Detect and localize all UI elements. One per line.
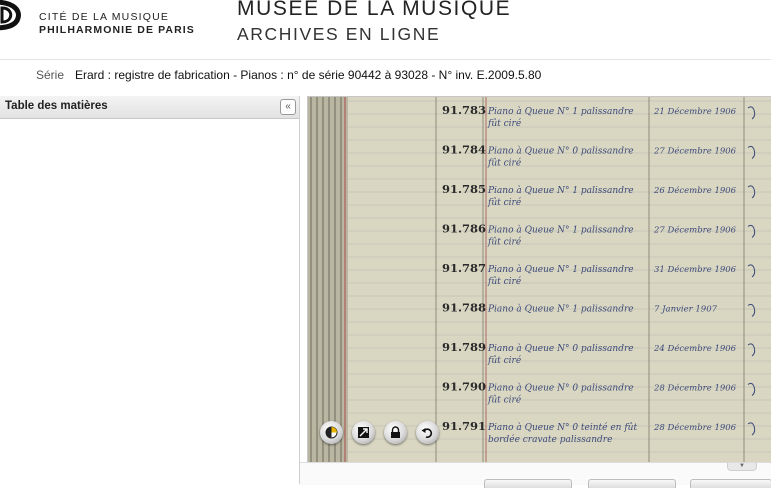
- register-description-line2: bordée cravate palissandre: [488, 434, 612, 445]
- series-label: Série: [36, 68, 65, 82]
- series-value: Erard : registre de fabrication - Pianos…: [75, 68, 542, 82]
- org-line-2: PHILHARMONIE DE PARIS: [39, 24, 195, 36]
- register-description: Piano à Queue N° 1 palissandre: [487, 225, 634, 236]
- register-date: 7 Janvier 1907: [654, 305, 718, 315]
- register-date: 28 Décembre 1906: [653, 422, 737, 433]
- register-number: 91.787: [442, 261, 486, 275]
- expand-thumbnails-icon[interactable]: ▼: [727, 463, 757, 471]
- register-number: 91.784: [442, 143, 486, 157]
- contrast-icon: [325, 426, 338, 439]
- register-date: 26 Décembre 1906: [653, 185, 737, 196]
- register-number: 91.788: [442, 301, 486, 315]
- lock-button[interactable]: [384, 421, 407, 444]
- table-of-contents-panel: Table des matières «: [0, 96, 300, 484]
- rotate-button[interactable]: [416, 421, 439, 444]
- museum-title-block[interactable]: MUSÉE DE LA MUSIQUE ARCHIVES EN LIGNE: [237, 0, 511, 47]
- register-description: Piano à Queue N° 0 palissandre: [487, 383, 634, 394]
- series-bar: Série Erard : registre de fabrication - …: [0, 59, 771, 88]
- register-description: Piano à Queue N° 1 palissandre: [487, 185, 634, 196]
- register-page-image[interactable]: 91.783 Piano à Queue N° 1 palissandrefût …: [308, 97, 771, 463]
- register-date: 27 Décembre 1906: [653, 146, 737, 157]
- museum-title: MUSÉE DE LA MUSIQUE: [237, 0, 512, 20]
- register-description: Piano à Queue N° 0 palissandre: [487, 146, 634, 157]
- register-number: 91.790: [442, 380, 486, 394]
- register-description: Piano à Queue N° 1 palissandre: [487, 106, 634, 117]
- toc-title: Table des matières: [5, 100, 108, 112]
- museum-subtitle: ARCHIVES EN LIGNE: [237, 24, 441, 44]
- register-description: Piano à Queue N° 0 palissandre: [487, 343, 634, 354]
- register-description-line2: fût ciré: [487, 197, 522, 208]
- lock-icon: [391, 426, 400, 438]
- register-description: Piano à Queue N° 1 palissandre: [487, 304, 634, 315]
- register-date: 24 Décembre 1906: [653, 343, 737, 354]
- page-gutter: [308, 97, 348, 463]
- register-description-line2: fût ciré: [487, 237, 522, 248]
- register-description-line2: fût ciré: [487, 355, 522, 366]
- register-number: 91.783: [442, 103, 486, 117]
- register-number: 91.786: [442, 222, 486, 236]
- register-number: 91.789: [442, 340, 486, 354]
- viewer-footer: ▼: [300, 462, 771, 488]
- register-description-line2: fût ciré: [487, 118, 522, 129]
- contrast-button[interactable]: [320, 421, 343, 444]
- register-number: 91.791: [442, 419, 486, 433]
- register-number: 91.785: [442, 182, 486, 196]
- register-description-line2: fût ciré: [487, 158, 522, 169]
- fit-page-icon: [358, 427, 369, 438]
- register-description-line2: fût ciré: [487, 276, 522, 287]
- toc-header: Table des matières «: [0, 96, 299, 119]
- collapse-toc-button[interactable]: «: [280, 99, 296, 115]
- register-date: 27 Décembre 1906: [653, 225, 737, 236]
- philharmonie-logo[interactable]: [0, 0, 28, 46]
- register-description-line2: fût ciré: [487, 395, 522, 406]
- fit-page-button[interactable]: [352, 421, 375, 444]
- register-date: 31 Décembre 1906: [654, 264, 737, 275]
- register-date: 28 Décembre 1906: [653, 383, 737, 394]
- register-description: Piano à Queue N° 0 teinté en fût: [487, 422, 637, 433]
- register-date: 21 Décembre 1906: [653, 106, 737, 117]
- org-line-1: CITÉ DE LA MUSIQUE: [39, 11, 170, 23]
- register-description: Piano à Queue N° 1 palissandre: [487, 264, 634, 275]
- document-viewer[interactable]: 91.783 Piano à Queue N° 1 palissandre fût …: [307, 96, 771, 464]
- site-header: CITÉ DE LA MUSIQUE PHILHARMONIE DE PARIS…: [0, 0, 771, 56]
- rotate-icon: [421, 428, 433, 439]
- viewer-toolbar: [320, 421, 439, 444]
- organization-name[interactable]: CITÉ DE LA MUSIQUE PHILHARMONIE DE PARIS: [39, 11, 195, 37]
